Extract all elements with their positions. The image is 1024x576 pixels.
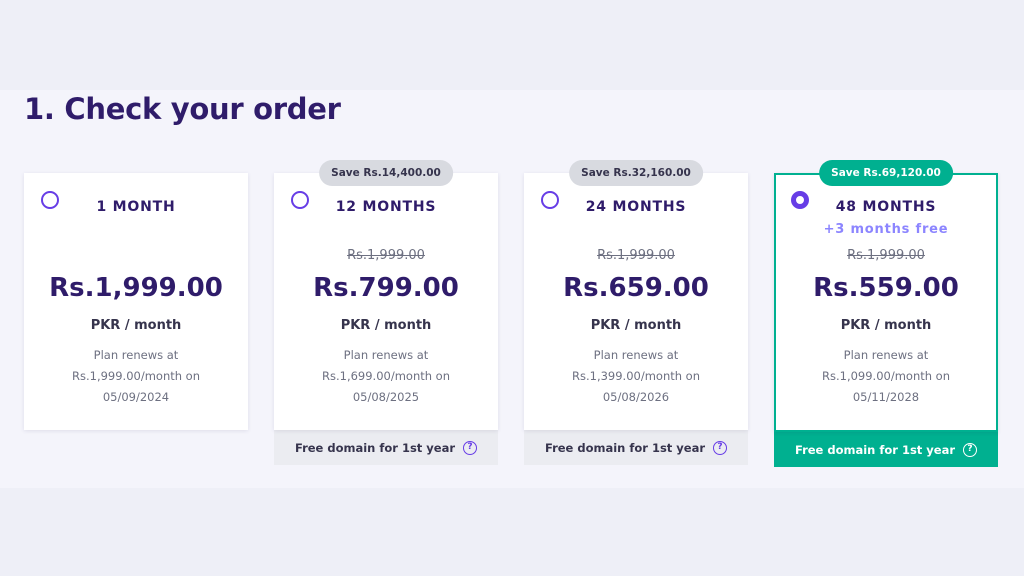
- bottom-background: [0, 488, 1024, 576]
- renewal-date: 05/08/2025: [352, 390, 420, 404]
- plan-original-price: Rs.1,999.00: [597, 248, 675, 263]
- plan-unit: PKR / month: [90, 318, 182, 333]
- renewal-line: Plan renews at: [93, 348, 179, 362]
- renewal-line: Plan renews at: [593, 348, 679, 362]
- plan-unit: PKR / month: [840, 318, 932, 333]
- plan-original-price: Rs.1,999.00: [347, 248, 425, 263]
- free-domain-bar: Free domain for 1st year ?: [524, 430, 748, 465]
- plan-name: 24 MONTHS: [585, 199, 687, 215]
- renewal-price: Rs.1,099.00/month on: [821, 369, 951, 383]
- save-badge: Save Rs.14,400.00: [319, 160, 453, 186]
- plan-card-body[interactable]: Save Rs.32,160.00 24 MONTHS Rs.1,999.00 …: [524, 160, 748, 430]
- question-circle-icon[interactable]: ?: [963, 442, 978, 457]
- top-background: [0, 0, 1024, 90]
- save-badge: Save Rs.32,160.00: [569, 160, 703, 186]
- plan-price: Rs.1,999.00: [49, 273, 223, 303]
- plan-card-body[interactable]: 1 MONTH Rs.1,999.00 PKR / month Plan ren…: [24, 173, 248, 430]
- plan-unit: PKR / month: [590, 318, 682, 333]
- free-domain-label: Free domain for 1st year: [794, 442, 956, 457]
- renewal-price: Rs.1,999.00/month on: [71, 369, 201, 383]
- renewal-line: Plan renews at: [343, 348, 429, 362]
- plan-price: Rs.799.00: [313, 273, 459, 303]
- question-circle-icon[interactable]: ?: [713, 440, 728, 455]
- plan-card-body[interactable]: Save Rs.69,120.00 48 MONTHS +3 months fr…: [774, 160, 998, 432]
- free-domain-label: Free domain for 1st year: [544, 440, 706, 455]
- plan-name: 12 MONTHS: [335, 199, 437, 215]
- plan-renewal-info: Plan renews at Rs.1,099.00/month on 05/1…: [776, 345, 996, 408]
- plan-bonus: +3 months free: [823, 222, 949, 237]
- renewal-price: Rs.1,699.00/month on: [321, 369, 451, 383]
- renewal-date: 05/09/2024: [102, 390, 170, 404]
- free-domain-label: Free domain for 1st year: [294, 440, 456, 455]
- plan-renewal-info: Plan renews at Rs.1,399.00/month on 05/0…: [524, 345, 748, 408]
- plan-renewal-info: Plan renews at Rs.1,699.00/month on 05/0…: [274, 345, 498, 408]
- save-badge: Save Rs.69,120.00: [819, 160, 953, 186]
- renewal-date: 05/08/2026: [602, 390, 670, 404]
- renewal-line: Plan renews at: [843, 348, 929, 362]
- plan-card-24-months[interactable]: Save Rs.32,160.00 24 MONTHS Rs.1,999.00 …: [524, 160, 748, 465]
- renewal-price: Rs.1,399.00/month on: [571, 369, 701, 383]
- plan-original-price: Rs.1,999.00: [847, 248, 925, 263]
- plan-card-48-months[interactable]: Save Rs.69,120.00 48 MONTHS +3 months fr…: [774, 160, 998, 467]
- plan-unit: PKR / month: [340, 318, 432, 333]
- plan-name: 48 MONTHS: [835, 199, 937, 215]
- plan-card-12-months[interactable]: Save Rs.14,400.00 12 MONTHS Rs.1,999.00 …: [274, 160, 498, 465]
- plan-card-1-month[interactable]: 1 MONTH Rs.1,999.00 PKR / month Plan ren…: [24, 173, 248, 430]
- page-title: 1. Check your order: [24, 92, 341, 126]
- plan-renewal-info: Plan renews at Rs.1,999.00/month on 05/0…: [24, 345, 248, 408]
- plan-card-body[interactable]: Save Rs.14,400.00 12 MONTHS Rs.1,999.00 …: [274, 160, 498, 430]
- plan-name: 1 MONTH: [96, 199, 176, 215]
- plan-price: Rs.559.00: [813, 273, 959, 303]
- renewal-date: 05/11/2028: [852, 390, 920, 404]
- question-circle-icon[interactable]: ?: [463, 440, 478, 455]
- plan-price: Rs.659.00: [563, 273, 709, 303]
- free-domain-bar: Free domain for 1st year ?: [774, 432, 998, 467]
- free-domain-bar: Free domain for 1st year ?: [274, 430, 498, 465]
